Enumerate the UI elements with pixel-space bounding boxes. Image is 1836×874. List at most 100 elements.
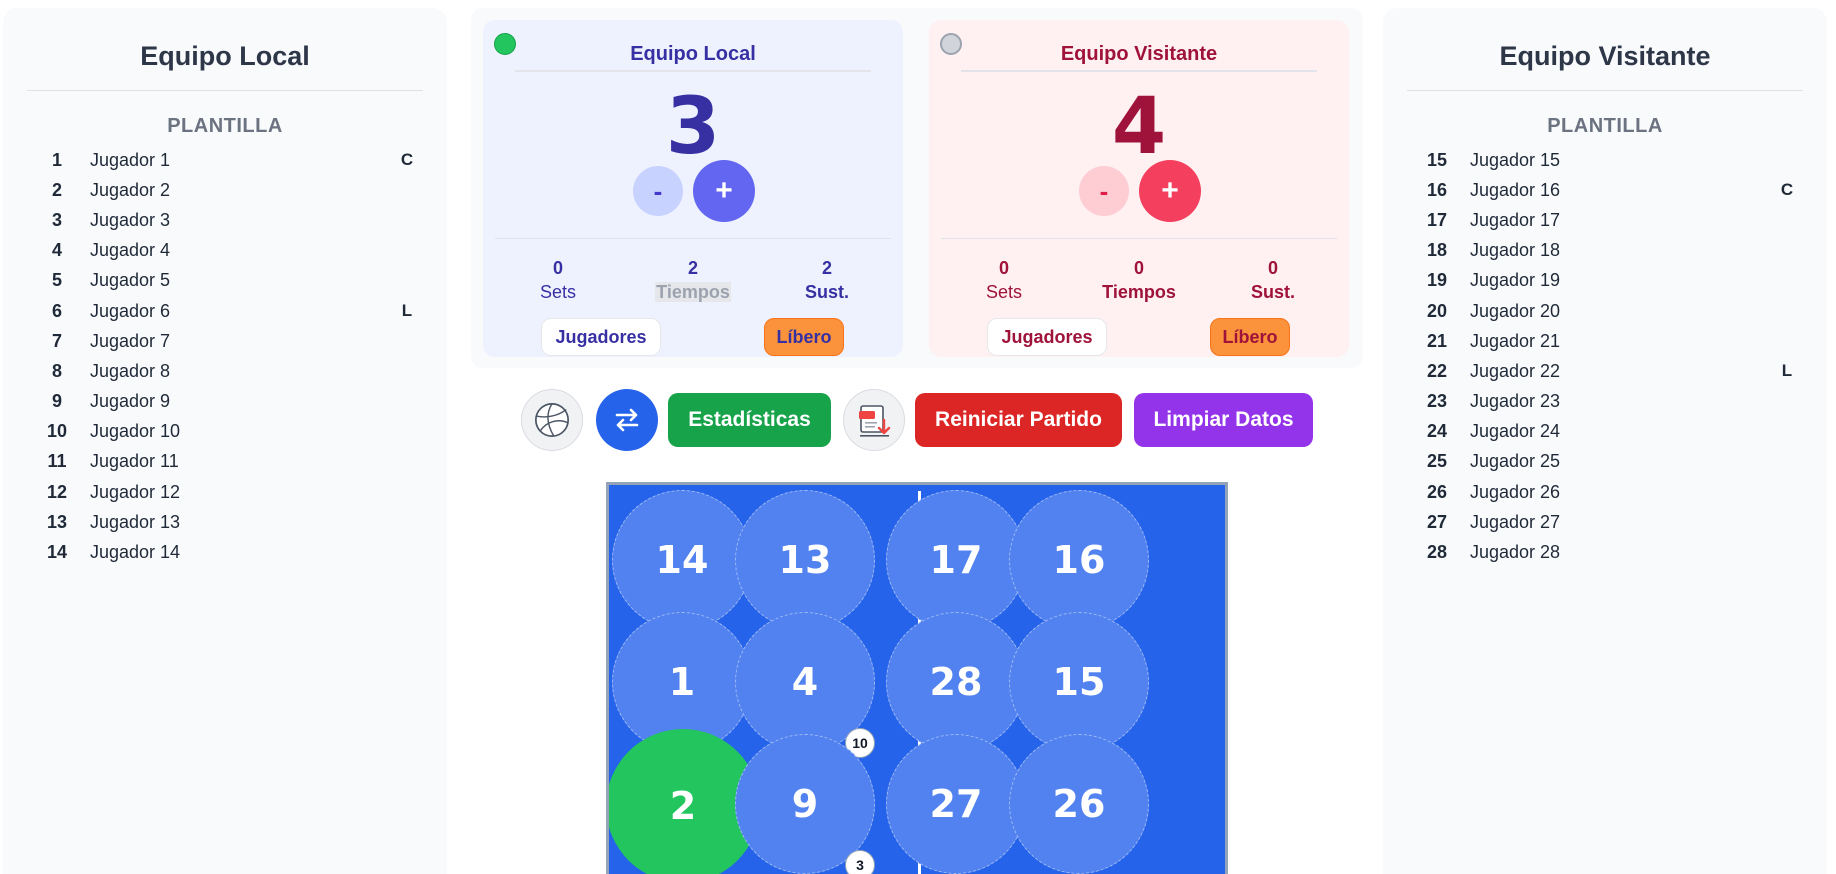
away-roster-row[interactable]: 20 Jugador 20	[1383, 296, 1827, 326]
substitution-badge: 3	[845, 850, 875, 874]
away-roster-row[interactable]: 23 Jugador 23	[1383, 387, 1827, 417]
reset-match-button[interactable]: Reiniciar Partido	[915, 393, 1122, 447]
player-name: Jugador 5	[90, 270, 171, 291]
away-court-player[interactable]: 16	[1009, 490, 1149, 630]
home-roster-row[interactable]: 9 Jugador 9	[3, 387, 447, 417]
home-sets-value: 0	[552, 258, 563, 278]
home-roster-row[interactable]: 4 Jugador 4	[3, 236, 447, 266]
player-number: 5	[51, 270, 62, 291]
home-court-player[interactable]: 14	[612, 490, 752, 630]
away-roster-row[interactable]: 25 Jugador 25	[1383, 447, 1827, 477]
away-roster-row[interactable]: 26 Jugador 26	[1383, 477, 1827, 507]
away-court-player[interactable]: 26	[1009, 734, 1149, 874]
divider	[941, 238, 1337, 239]
away-subs-label: Sust.	[1250, 282, 1295, 302]
player-role-tag: L	[401, 301, 413, 321]
volleyball-button[interactable]	[521, 389, 583, 451]
player-number: 28	[1426, 542, 1448, 563]
player-name: Jugador 21	[1470, 330, 1561, 351]
away-roster-row[interactable]: 24 Jugador 24	[1383, 417, 1827, 447]
player-name: Jugador 15	[1470, 149, 1561, 170]
away-court-player[interactable]: 15	[1009, 612, 1149, 752]
home-roster-row[interactable]: 2 Jugador 2	[3, 175, 447, 205]
home-roster-list: 1 Jugador 1 C 2 Jugador 2 3 Jugador 3 4 Jugador …	[3, 145, 447, 568]
court-player-number: 27	[929, 782, 983, 826]
away-players-button[interactable]: Jugadores	[987, 318, 1107, 356]
player-name: Jugador 20	[1470, 300, 1561, 321]
away-libero-button[interactable]: Líbero	[1210, 318, 1290, 356]
player-role-tag: L	[1781, 361, 1793, 381]
away-roster-row[interactable]: 27 Jugador 27	[1383, 507, 1827, 537]
home-score-card: Equipo Local 3 - + 0 Sets 2 Tiempos 2 Su…	[483, 20, 903, 357]
home-timeouts[interactable]: 2 Tiempos	[643, 256, 743, 304]
away-roster-row[interactable]: 16 Jugador 16 C	[1383, 175, 1827, 205]
home-roster-row[interactable]: 5 Jugador 5	[3, 266, 447, 296]
home-subs[interactable]: 2 Sust.	[777, 256, 877, 304]
player-name: Jugador 3	[90, 209, 171, 230]
player-name: Jugador 22	[1470, 360, 1561, 381]
home-roster-row[interactable]: 13 Jugador 13	[3, 507, 447, 537]
home-minus-button[interactable]: -	[633, 166, 683, 216]
clear-data-button[interactable]: Limpiar Datos	[1134, 393, 1313, 447]
player-number: 25	[1426, 451, 1448, 472]
away-court-player[interactable]: 28	[886, 612, 1026, 752]
court-player-number: 16	[1052, 538, 1106, 582]
player-name: Jugador 13	[90, 511, 181, 532]
home-roster-subtitle: PLANTILLA	[167, 115, 283, 137]
player-number: 16	[1426, 179, 1448, 200]
export-pdf-button[interactable]	[843, 389, 905, 451]
player-number: 18	[1426, 240, 1448, 261]
away-roster-row[interactable]: 18 Jugador 18	[1383, 236, 1827, 266]
player-name: Jugador 11	[90, 451, 179, 472]
player-name: Jugador 28	[1470, 542, 1561, 563]
player-name: Jugador 10	[90, 421, 181, 442]
home-plus-button[interactable]: +	[693, 160, 755, 222]
player-number: 14	[46, 542, 68, 563]
away-roster-panel: Equipo Visitante PLANTILLA 15 Jugador 15 1…	[1383, 8, 1827, 874]
away-roster-row[interactable]: 15 Jugador 15	[1383, 145, 1827, 175]
home-roster-row[interactable]: 6 Jugador 6 L	[3, 296, 447, 326]
home-roster-row[interactable]: 1 Jugador 1 C	[3, 145, 447, 175]
player-role-tag: C	[1780, 180, 1794, 200]
home-roster-row[interactable]: 3 Jugador 3	[3, 205, 447, 235]
scoreboard: Equipo Local 3 - + 0 Sets 2 Tiempos 2 Su…	[471, 8, 1363, 368]
player-name: Jugador 25	[1470, 451, 1561, 472]
statistics-button[interactable]: Estadísticas	[668, 393, 831, 447]
home-sets: 0 Sets	[508, 256, 608, 304]
court-player-number: 26	[1052, 782, 1106, 826]
away-subs[interactable]: 0 Sust.	[1223, 256, 1323, 304]
home-roster-row[interactable]: 14 Jugador 14	[3, 537, 447, 567]
player-number: 12	[46, 481, 68, 502]
away-roster-row[interactable]: 17 Jugador 17	[1383, 205, 1827, 235]
player-name: Jugador 27	[1470, 511, 1561, 532]
home-serve-indicator[interactable]	[494, 33, 516, 55]
away-roster-row[interactable]: 21 Jugador 21	[1383, 326, 1827, 356]
away-court-player[interactable]: 27	[886, 734, 1026, 874]
home-court-player[interactable]: 13	[735, 490, 875, 630]
away-serve-indicator[interactable]	[940, 33, 962, 55]
away-timeouts[interactable]: 0 Tiempos	[1089, 256, 1189, 304]
home-libero-button[interactable]: Líbero	[764, 318, 844, 356]
home-roster-row[interactable]: 12 Jugador 12	[3, 477, 447, 507]
swap-sides-button[interactable]	[596, 389, 658, 451]
player-number: 17	[1426, 209, 1448, 230]
home-roster-row[interactable]: 8 Jugador 8	[3, 356, 447, 386]
away-roster-row[interactable]: 19 Jugador 19	[1383, 266, 1827, 296]
player-name: Jugador 1	[90, 149, 171, 170]
away-minus-button[interactable]: -	[1079, 166, 1129, 216]
away-roster-subtitle: PLANTILLA	[1547, 115, 1663, 137]
player-name: Jugador 8	[90, 360, 171, 381]
player-number: 10	[46, 421, 68, 442]
player-number: 4	[51, 240, 62, 261]
away-roster-row[interactable]: 28 Jugador 28	[1383, 537, 1827, 567]
away-roster-row[interactable]: 22 Jugador 22 L	[1383, 356, 1827, 386]
home-roster-row[interactable]: 7 Jugador 7	[3, 326, 447, 356]
home-roster-row[interactable]: 11 Jugador 11	[3, 447, 447, 477]
player-number: 23	[1426, 391, 1448, 412]
home-roster-row[interactable]: 10 Jugador 10	[3, 417, 447, 447]
divider	[1407, 90, 1803, 91]
player-number: 9	[51, 391, 62, 412]
away-plus-button[interactable]: +	[1139, 160, 1201, 222]
away-court-player[interactable]: 17	[886, 490, 1026, 630]
home-players-button[interactable]: Jugadores	[541, 318, 661, 356]
